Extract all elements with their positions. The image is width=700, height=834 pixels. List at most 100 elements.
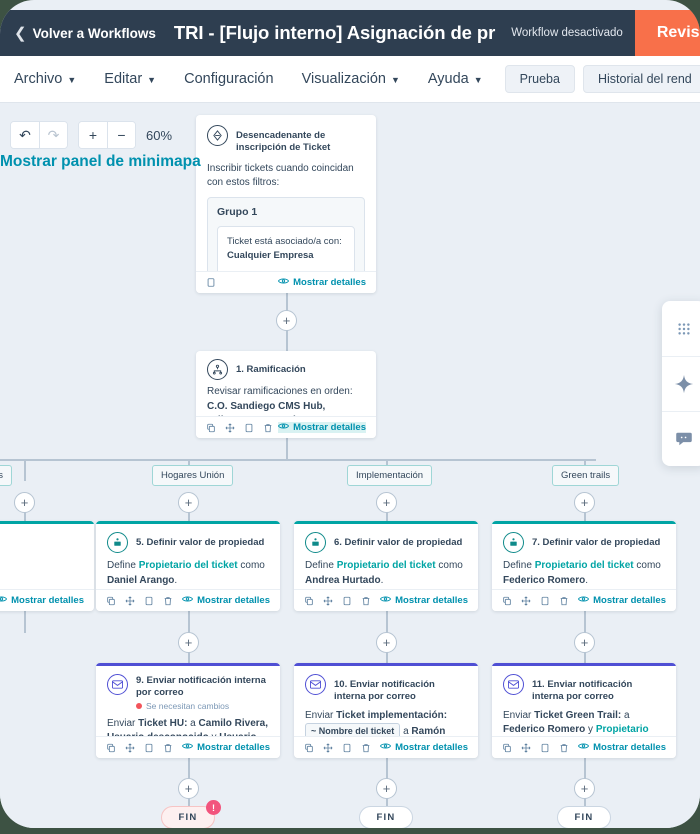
add-step-button[interactable]: + — [14, 492, 35, 513]
move-icon[interactable] — [323, 743, 333, 753]
property-link[interactable]: Propietario del ticket — [337, 560, 436, 571]
copy-icon[interactable] — [106, 596, 116, 606]
action-card-5[interactable]: 5. Definir valor de propiedad Define Pro… — [96, 521, 280, 611]
end-node-1[interactable]: FIN — [359, 806, 413, 828]
add-step-button[interactable]: + — [574, 778, 595, 799]
copy-icon[interactable] — [106, 743, 116, 753]
branch-show-details-link[interactable]: Mostrar detalles — [278, 422, 366, 433]
action-card-partial[interactable]: edad a como Juan Mostrar detalles — [0, 521, 94, 611]
partial-show-details-link[interactable]: Mostrar detalles — [0, 595, 84, 606]
trash-icon[interactable] — [163, 596, 173, 606]
review-button[interactable]: Revisión — [634, 10, 700, 56]
add-step-button[interactable]: + — [574, 492, 595, 513]
end-node-0[interactable]: FIN ! — [161, 800, 221, 828]
property-link[interactable]: Propietario del ticket — [535, 560, 634, 571]
add-step-button[interactable]: + — [178, 632, 199, 653]
add-step-button[interactable]: + — [376, 492, 397, 513]
add-step-button[interactable]: + — [178, 778, 199, 799]
move-icon[interactable] — [521, 743, 531, 753]
workflow-canvas[interactable]: ↶ ↷ + − 60% Mostrar panel de minimapa + … — [0, 103, 700, 828]
chevron-down-icon: ▼ — [473, 75, 483, 85]
move-icon[interactable] — [125, 743, 135, 753]
eye-icon — [578, 742, 590, 753]
trigger-card[interactable]: Desencadenante de inscripción de Ticket … — [196, 115, 376, 293]
duplicate-icon[interactable] — [144, 743, 154, 753]
canvas-toolbar: ↶ ↷ + − 60% — [10, 121, 172, 149]
branch-label-implementacion[interactable]: Implementación — [347, 465, 433, 486]
duplicate-icon[interactable] — [244, 423, 254, 433]
trash-icon[interactable] — [163, 743, 173, 753]
action-card-7[interactable]: 7. Definir valor de propiedad Define Pro… — [492, 521, 676, 611]
copy-icon[interactable] — [304, 596, 314, 606]
card-9-show-details-link[interactable]: Mostrar detalles — [182, 742, 270, 753]
branch-label-green-trails[interactable]: Green trails — [552, 465, 620, 486]
add-step-button[interactable]: + — [178, 492, 199, 513]
menu-archivo[interactable]: Archivo ▼ — [0, 71, 90, 87]
action-card-7-header: 7. Definir valor de propiedad — [492, 524, 676, 553]
redo-icon[interactable]: ↷ — [39, 122, 67, 148]
performance-history-button[interactable]: Historial del rend — [582, 65, 700, 93]
menu-configuracion[interactable]: Configuración — [170, 71, 287, 87]
copy-icon[interactable] — [304, 743, 314, 753]
card-10-show-details-link[interactable]: Mostrar detalles — [380, 742, 468, 753]
trash-icon[interactable] — [559, 743, 569, 753]
card-7-show-details-link[interactable]: Mostrar detalles — [578, 595, 666, 606]
move-icon[interactable] — [225, 423, 235, 433]
back-to-workflows-link[interactable]: ❮ Volver a Workflows — [14, 26, 156, 41]
copy-icon[interactable] — [206, 423, 216, 433]
eye-icon — [0, 595, 8, 606]
menu-editar-label: Editar — [104, 71, 143, 87]
property-link[interactable]: Propietario del ticket — [139, 560, 238, 571]
show-minimap-link[interactable]: Mostrar panel de minimapa — [0, 153, 201, 171]
add-step-button[interactable]: + — [276, 310, 297, 331]
email-card-10[interactable]: 10. Enviar notificación interna por corr… — [294, 663, 478, 758]
duplicate-icon[interactable] — [540, 743, 550, 753]
test-button[interactable]: Prueba — [504, 65, 575, 93]
end-node-2[interactable]: FIN — [557, 806, 611, 828]
chevron-down-icon: ▼ — [67, 75, 77, 85]
action-card-partial-footer: Mostrar detalles — [0, 589, 94, 611]
duplicate-icon[interactable] — [144, 596, 154, 606]
trash-icon[interactable] — [361, 596, 371, 606]
add-step-button[interactable]: + — [376, 632, 397, 653]
sparkle-ai-icon[interactable] — [662, 356, 700, 411]
duplicate-icon[interactable] — [540, 596, 550, 606]
trash-icon[interactable] — [559, 596, 569, 606]
menu-visualizacion[interactable]: Visualización ▼ — [288, 71, 414, 87]
zoom-out-button[interactable]: − — [107, 122, 135, 148]
trash-icon[interactable] — [361, 743, 371, 753]
chat-bubble-icon[interactable] — [662, 411, 700, 466]
trash-icon[interactable] — [263, 423, 273, 433]
card-5-show-details-link[interactable]: Mostrar detalles — [182, 595, 270, 606]
add-step-button[interactable]: + — [574, 632, 595, 653]
zoom-in-button[interactable]: + — [79, 122, 107, 148]
copy-icon[interactable] — [502, 743, 512, 753]
branch-label-0[interactable]: es — [0, 465, 13, 486]
action-card-partial-body: a como Juan — [0, 553, 94, 583]
move-icon[interactable] — [323, 596, 333, 606]
branch-label-hogares-union[interactable]: Hogares Unión — [152, 465, 234, 486]
branch-card[interactable]: 1. Ramificación Revisar ramificaciones e… — [196, 351, 376, 438]
connector-line — [188, 758, 190, 780]
email-card-9-title: 9. Enviar notificación interna por corre… — [136, 675, 266, 698]
move-icon[interactable] — [125, 596, 135, 606]
apps-grid-icon[interactable] — [662, 301, 700, 356]
menu-editar[interactable]: Editar ▼ — [90, 71, 170, 87]
trigger-footer-icons — [206, 277, 216, 288]
card-11-show-details-link[interactable]: Mostrar detalles — [578, 742, 666, 753]
menu-ayuda-label: Ayuda — [427, 71, 469, 87]
clipboard-icon[interactable] — [206, 277, 216, 288]
copy-icon[interactable] — [502, 596, 512, 606]
email-card-11[interactable]: 11. Enviar notificación interna por corr… — [492, 663, 676, 758]
duplicate-icon[interactable] — [342, 596, 352, 606]
undo-icon[interactable]: ↶ — [11, 122, 39, 148]
action-card-6[interactable]: 6. Definir valor de propiedad Define Pro… — [294, 521, 478, 611]
add-step-button[interactable]: + — [376, 778, 397, 799]
move-icon[interactable] — [521, 596, 531, 606]
email-card-9[interactable]: 9. Enviar notificación interna por corre… — [96, 663, 280, 758]
trigger-show-details-link[interactable]: Mostrar detalles — [278, 277, 366, 288]
duplicate-icon[interactable] — [342, 743, 352, 753]
card-6-show-details-link[interactable]: Mostrar detalles — [380, 595, 468, 606]
eye-icon — [182, 742, 194, 753]
menu-ayuda[interactable]: Ayuda ▼ — [414, 71, 497, 87]
